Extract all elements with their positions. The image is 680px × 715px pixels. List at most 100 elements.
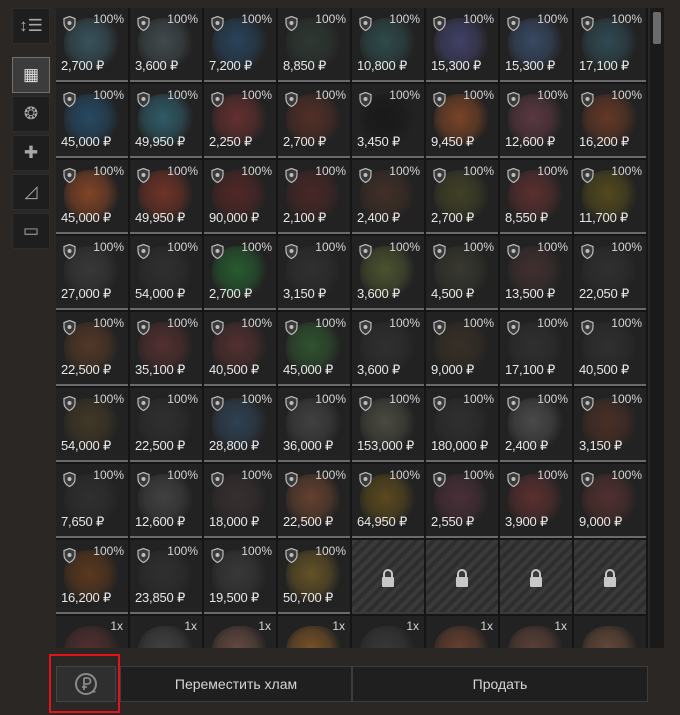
item-condition: 100%: [389, 164, 420, 178]
stack-item-slot[interactable]: 1x: [278, 616, 350, 648]
item-slot[interactable]: 100% 11,700 ₽: [574, 160, 646, 234]
item-slot[interactable]: 100% 2,700 ₽: [56, 8, 128, 82]
containers-tab[interactable]: ▭: [12, 213, 50, 249]
move-junk-button[interactable]: Переместить хлам: [120, 666, 352, 702]
item-slot[interactable]: 100% 4,500 ₽: [426, 236, 498, 310]
item-slot[interactable]: 100% 54,000 ₽: [130, 236, 202, 310]
stack-item-slot[interactable]: 1x: [204, 616, 276, 648]
containers-icon: ▭: [22, 221, 40, 240]
item-price: 9,000 ₽: [579, 514, 623, 529]
item-slot[interactable]: 100% 3,900 ₽: [500, 464, 572, 538]
item-price: 3,600 ₽: [135, 58, 179, 73]
item-condition: 100%: [93, 12, 124, 26]
stack-item-slot[interactable]: 1x: [130, 616, 202, 648]
item-slot[interactable]: 100% 15,300 ₽: [500, 8, 572, 82]
artifacts-tab[interactable]: ❂: [12, 96, 50, 132]
scroll-thumb[interactable]: [653, 12, 661, 44]
item-slot[interactable]: 100% 3,600 ₽: [352, 312, 424, 386]
item-slot[interactable]: 100% 16,200 ₽: [574, 84, 646, 158]
medkit-tab[interactable]: ✚: [12, 135, 50, 171]
item-slot[interactable]: 100% 35,100 ₽: [130, 312, 202, 386]
item-slot[interactable]: 100% 18,000 ₽: [204, 464, 276, 538]
item-price: 180,000 ₽: [431, 438, 489, 453]
item-slot[interactable]: 100% 3,150 ₽: [574, 388, 646, 462]
item-slot[interactable]: 100% 2,250 ₽: [204, 84, 276, 158]
item-condition: 100%: [93, 544, 124, 558]
item-slot[interactable]: 100% 2,700 ₽: [426, 160, 498, 234]
item-slot[interactable]: 100% 13,500 ₽: [500, 236, 572, 310]
shield-icon: [137, 547, 150, 564]
item-price: 7,200 ₽: [209, 58, 253, 73]
item-slot[interactable]: 100% 23,850 ₽: [130, 540, 202, 614]
item-price: 50,700 ₽: [283, 590, 334, 605]
shield-icon: [63, 15, 76, 32]
item-slot[interactable]: 100% 2,700 ₽: [204, 236, 276, 310]
item-slot[interactable]: 100% 12,600 ₽: [500, 84, 572, 158]
item-slot[interactable]: 100% 7,200 ₽: [204, 8, 276, 82]
item-slot[interactable]: 100% 16,200 ₽: [56, 540, 128, 614]
item-slot[interactable]: 100% 3,150 ₽: [278, 236, 350, 310]
item-slot[interactable]: 100% 9,000 ₽: [426, 312, 498, 386]
item-slot[interactable]: 100% 40,500 ₽: [204, 312, 276, 386]
item-slot[interactable]: 100% 28,800 ₽: [204, 388, 276, 462]
item-price: 13,500 ₽: [505, 286, 556, 301]
item-slot[interactable]: 100% 36,000 ₽: [278, 388, 350, 462]
item-slot[interactable]: 100% 45,000 ₽: [56, 160, 128, 234]
item-slot[interactable]: 100% 22,050 ₽: [574, 236, 646, 310]
item-slot[interactable]: 100% 3,600 ₽: [352, 236, 424, 310]
item-slot[interactable]: 100% 22,500 ₽: [130, 388, 202, 462]
item-slot[interactable]: 100% 19,500 ₽: [204, 540, 276, 614]
item-price: 3,900 ₽: [505, 514, 549, 529]
stack-item-slot[interactable]: 1x: [426, 616, 498, 648]
item-condition: 100%: [463, 164, 494, 178]
sort-tab[interactable]: ↕☰: [12, 8, 50, 44]
item-slot[interactable]: 100% 2,100 ₽: [278, 160, 350, 234]
item-slot[interactable]: 100% 2,400 ₽: [352, 160, 424, 234]
item-slot[interactable]: 100% 49,950 ₽: [130, 84, 202, 158]
item-slot[interactable]: 100% 2,700 ₽: [278, 84, 350, 158]
item-slot[interactable]: 100% 45,000 ₽: [56, 84, 128, 158]
item-condition: 100%: [241, 544, 272, 558]
shield-icon: [581, 167, 594, 184]
item-slot[interactable]: 100% 180,000 ₽: [426, 388, 498, 462]
item-slot[interactable]: 100% 22,500 ₽: [278, 464, 350, 538]
item-slot[interactable]: 100% 7,650 ₽: [56, 464, 128, 538]
item-slot[interactable]: 100% 12,600 ₽: [130, 464, 202, 538]
item-slot[interactable]: 100% 49,950 ₽: [130, 160, 202, 234]
item-slot[interactable]: 100% 40,500 ₽: [574, 312, 646, 386]
stack-item-slot[interactable]: 1x: [56, 616, 128, 648]
weapons-tab[interactable]: ◿: [12, 174, 50, 210]
item-slot[interactable]: 100% 90,000 ₽: [204, 160, 276, 234]
item-slot[interactable]: 100% 17,100 ₽: [500, 312, 572, 386]
item-slot[interactable]: 100% 9,000 ₽: [574, 464, 646, 538]
item-slot[interactable]: 100% 22,500 ₽: [56, 312, 128, 386]
stack-item-slot[interactable]: 1x: [352, 616, 424, 648]
item-slot[interactable]: 100% 15,300 ₽: [426, 8, 498, 82]
inventory-scrollbar[interactable]: [650, 8, 664, 648]
item-slot[interactable]: 100% 17,100 ₽: [574, 8, 646, 82]
sell-button[interactable]: Продать: [352, 666, 648, 702]
item-slot[interactable]: 100% 8,550 ₽: [500, 160, 572, 234]
item-slot[interactable]: 100% 8,850 ₽: [278, 8, 350, 82]
item-slot[interactable]: 100% 10,800 ₽: [352, 8, 424, 82]
item-slot[interactable]: 100% 3,450 ₽: [352, 84, 424, 158]
inventory-panel: 100% 2,700 ₽ 100% 3,600 ₽ 100% 7,200 ₽ 100% 8,8…: [56, 8, 648, 648]
item-slot[interactable]: 100% 2,400 ₽: [500, 388, 572, 462]
item-slot[interactable]: 100% 9,450 ₽: [426, 84, 498, 158]
item-slot[interactable]: 100% 45,000 ₽: [278, 312, 350, 386]
grid-view-tab[interactable]: ▦: [12, 57, 50, 93]
item-slot[interactable]: 100% 50,700 ₽: [278, 540, 350, 614]
item-slot[interactable]: 100% 54,000 ₽: [56, 388, 128, 462]
item-condition: 100%: [167, 392, 198, 406]
item-slot[interactable]: 100% 153,000 ₽: [352, 388, 424, 462]
highlight-box: [49, 654, 120, 713]
stack-item-slot[interactable]: [574, 616, 646, 648]
shield-icon: [137, 15, 150, 32]
shield-icon: [507, 15, 520, 32]
stack-item-slot[interactable]: 1x: [500, 616, 572, 648]
item-slot[interactable]: 100% 27,000 ₽: [56, 236, 128, 310]
item-slot[interactable]: 100% 3,600 ₽: [130, 8, 202, 82]
item-slot[interactable]: 100% 64,950 ₽: [352, 464, 424, 538]
item-slot[interactable]: 100% 2,550 ₽: [426, 464, 498, 538]
shield-icon: [211, 547, 224, 564]
